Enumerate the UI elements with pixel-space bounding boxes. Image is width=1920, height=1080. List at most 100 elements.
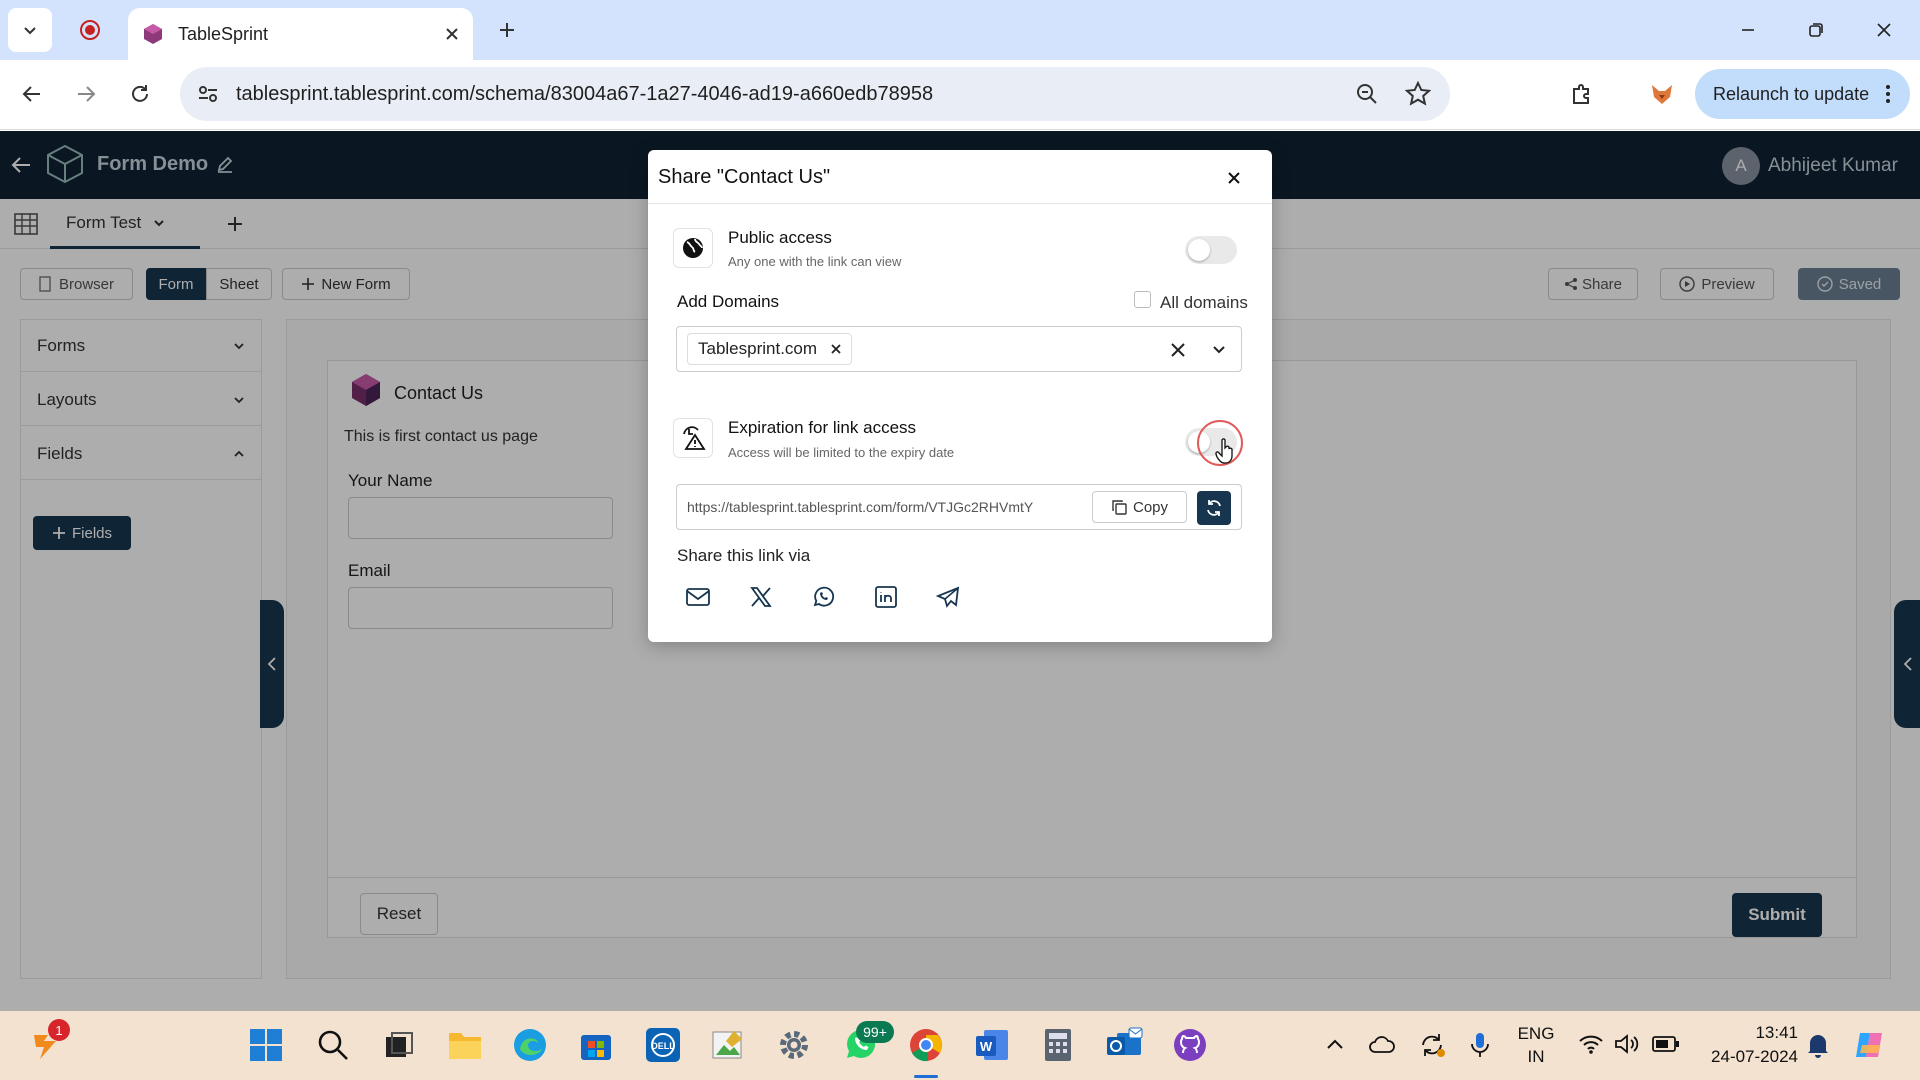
close-window-button[interactable] bbox=[1862, 8, 1906, 52]
site-settings-icon[interactable] bbox=[196, 82, 220, 106]
clock-date[interactable]: 24-07-2024 bbox=[1698, 1047, 1798, 1067]
recording-indicator[interactable] bbox=[68, 8, 112, 52]
extensions-button[interactable] bbox=[1560, 72, 1604, 116]
new-tab-button[interactable] bbox=[485, 8, 529, 52]
share-whatsapp-button[interactable] bbox=[806, 580, 840, 614]
back-button[interactable] bbox=[10, 72, 54, 116]
relaunch-to-update-button[interactable]: Relaunch to update bbox=[1695, 69, 1910, 119]
whatsapp-icon bbox=[813, 586, 835, 607]
language-indicator[interactable]: ENG bbox=[1516, 1024, 1556, 1044]
settings-button[interactable] bbox=[772, 1023, 816, 1067]
clear-icon[interactable] bbox=[1171, 343, 1185, 357]
chevron-up-icon[interactable] bbox=[1326, 1038, 1344, 1050]
domain-chip: Tablesprint.com bbox=[687, 333, 853, 365]
puzzle-icon bbox=[1573, 84, 1589, 104]
whatsapp-badge: 99+ bbox=[856, 1021, 894, 1043]
task-view-button[interactable] bbox=[377, 1023, 421, 1067]
microphone-icon[interactable] bbox=[1470, 1031, 1490, 1059]
linkedin-icon bbox=[875, 586, 897, 608]
bell-icon[interactable] bbox=[1806, 1031, 1830, 1059]
browser-tab[interactable]: TableSprint bbox=[128, 8, 473, 60]
bookmark-star-icon[interactable] bbox=[1405, 81, 1431, 107]
widgets-badge: 1 bbox=[48, 1019, 70, 1041]
share-link-text[interactable]: https://tablesprint.tablesprint.com/form… bbox=[687, 499, 1087, 515]
forward-button[interactable] bbox=[64, 72, 108, 116]
start-button[interactable] bbox=[244, 1023, 288, 1067]
store-button[interactable] bbox=[574, 1023, 618, 1067]
omnibox[interactable]: tablesprint.tablesprint.com/schema/83004… bbox=[180, 67, 1450, 121]
regenerate-link-button[interactable] bbox=[1197, 491, 1231, 525]
public-access-title: Public access bbox=[728, 228, 832, 247]
share-via-label: Share this link via bbox=[677, 546, 811, 565]
mail-icon bbox=[686, 588, 710, 606]
close-icon[interactable] bbox=[445, 27, 459, 41]
copy-label: Copy bbox=[1132, 498, 1169, 516]
all-domains-label: All domains bbox=[1160, 293, 1248, 312]
chevron-down-icon[interactable] bbox=[1213, 345, 1225, 355]
share-email-button[interactable] bbox=[681, 580, 715, 614]
url-text[interactable]: tablesprint.tablesprint.com/schema/83004… bbox=[236, 83, 933, 106]
profile-extension-button[interactable] bbox=[1640, 72, 1684, 116]
minimize-icon bbox=[1742, 29, 1754, 31]
expiration-icon-box bbox=[673, 418, 713, 458]
share-linkedin-button[interactable] bbox=[869, 580, 903, 614]
word-icon: W bbox=[976, 1030, 1008, 1060]
cloud-icon[interactable] bbox=[1368, 1033, 1396, 1055]
taskbar-search-button[interactable] bbox=[311, 1023, 355, 1067]
wifi-icon[interactable] bbox=[1578, 1033, 1604, 1055]
reload-button[interactable] bbox=[118, 72, 162, 116]
chrome-active-indicator bbox=[914, 1075, 938, 1078]
minimize-button[interactable] bbox=[1726, 8, 1770, 52]
battery-icon[interactable] bbox=[1652, 1035, 1680, 1053]
calculator-icon bbox=[1045, 1029, 1071, 1061]
calculator-button[interactable] bbox=[1036, 1023, 1080, 1067]
plus-icon bbox=[500, 23, 514, 37]
windows-icon bbox=[250, 1029, 282, 1061]
zoom-icon[interactable] bbox=[1355, 82, 1379, 106]
edge-button[interactable] bbox=[508, 1023, 552, 1067]
arrow-left-icon bbox=[22, 86, 40, 102]
edge-icon bbox=[514, 1029, 546, 1061]
relaunch-label: Relaunch to update bbox=[1713, 83, 1870, 104]
clock-time[interactable]: 13:41 bbox=[1698, 1023, 1798, 1043]
github-desktop-button[interactable] bbox=[1168, 1023, 1212, 1067]
share-x-button[interactable] bbox=[744, 580, 778, 614]
add-domains-label: Add Domains bbox=[677, 292, 780, 311]
address-bar: tablesprint.tablesprint.com/schema/83004… bbox=[0, 60, 1920, 130]
file-explorer-button[interactable] bbox=[443, 1023, 487, 1067]
outlook-button[interactable] bbox=[1102, 1023, 1146, 1067]
timer-warning-icon bbox=[683, 426, 706, 450]
dell-icon: DELL bbox=[646, 1028, 680, 1062]
gear-icon bbox=[780, 1031, 808, 1059]
copilot-icon[interactable] bbox=[1852, 1027, 1888, 1063]
more-vertical-icon bbox=[1886, 85, 1890, 103]
copy-link-button[interactable]: Copy bbox=[1092, 491, 1187, 523]
tab-title: TableSprint bbox=[178, 23, 269, 44]
fox-extension-icon bbox=[1652, 85, 1672, 104]
photos-app-button[interactable] bbox=[706, 1023, 750, 1067]
record-icon bbox=[80, 20, 100, 40]
toggle-knob bbox=[1188, 239, 1210, 261]
volume-icon[interactable] bbox=[1614, 1033, 1640, 1055]
close-icon[interactable] bbox=[1228, 172, 1240, 184]
dell-button[interactable]: DELL bbox=[641, 1023, 685, 1067]
browser-tab-bar: TableSprint bbox=[0, 0, 1920, 60]
x-icon bbox=[750, 587, 772, 607]
close-icon[interactable] bbox=[831, 344, 841, 354]
public-access-icon-box bbox=[673, 228, 713, 268]
share-telegram-button[interactable] bbox=[931, 580, 965, 614]
public-access-toggle[interactable] bbox=[1185, 236, 1237, 264]
sync-icon[interactable] bbox=[1418, 1031, 1446, 1059]
domains-select[interactable]: Tablesprint.com bbox=[676, 326, 1242, 372]
chrome-taskbar-button[interactable] bbox=[904, 1023, 948, 1067]
arrow-right-icon bbox=[78, 86, 96, 102]
region-indicator[interactable]: IN bbox=[1516, 1047, 1556, 1067]
share-link-box: https://tablesprint.tablesprint.com/form… bbox=[676, 484, 1242, 530]
word-button[interactable]: W bbox=[970, 1023, 1014, 1067]
outlook-icon bbox=[1107, 1027, 1143, 1055]
restore-button[interactable] bbox=[1794, 8, 1838, 52]
windows-taskbar: 1 DELL 99+ W ENG IN 13:41 24-07-2024 bbox=[0, 1011, 1920, 1080]
all-domains-checkbox[interactable] bbox=[1134, 291, 1151, 308]
github-icon bbox=[1174, 1029, 1206, 1061]
tab-search-button[interactable] bbox=[8, 8, 52, 52]
